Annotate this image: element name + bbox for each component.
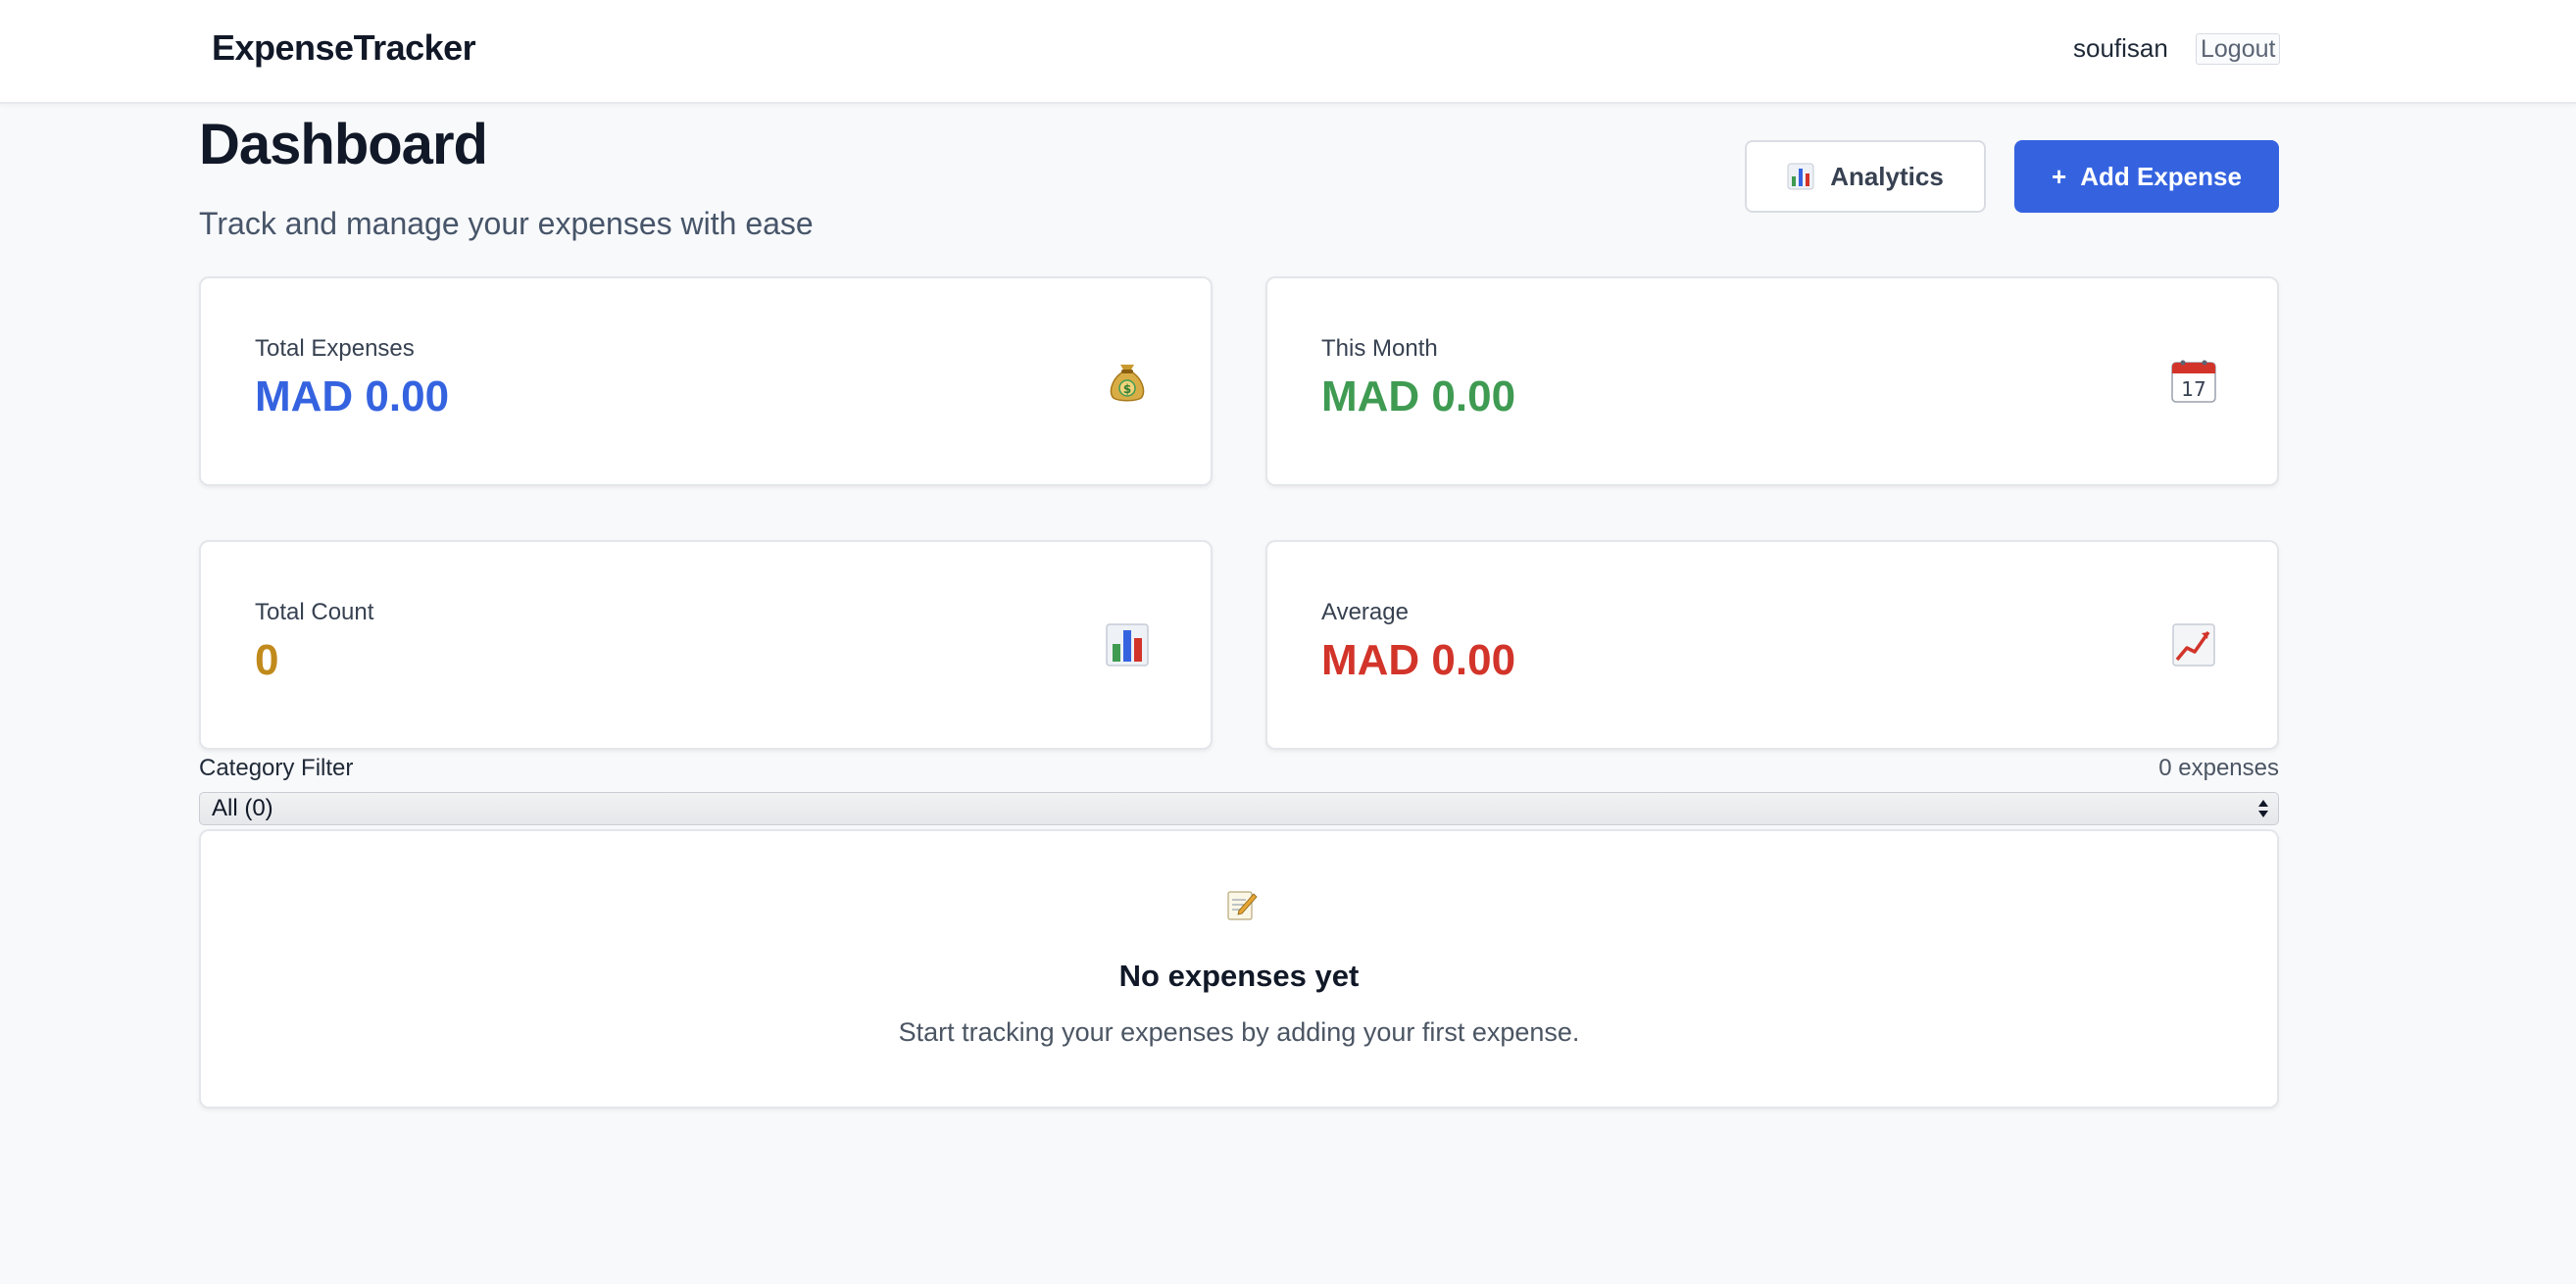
analytics-button[interactable]: Analytics	[1745, 140, 1986, 213]
stat-value: 0	[255, 636, 279, 684]
brand-logo[interactable]: ExpenseTracker	[212, 27, 476, 69]
stat-card-average: Average MAD 0.00	[1265, 540, 2279, 750]
stat-label: Average	[1321, 599, 1409, 625]
stat-value: MAD 0.00	[255, 372, 450, 420]
memo-icon	[1227, 891, 1258, 920]
category-filter-label: Category Filter	[199, 755, 354, 781]
stat-label: Total Count	[255, 599, 374, 625]
plus-icon: +	[2052, 161, 2067, 191]
category-filter-select[interactable]: All (0)	[199, 792, 2279, 825]
stat-card-total-expenses: Total Expenses MAD 0.00 $	[199, 276, 1213, 486]
empty-state-title: No expenses yet	[1118, 959, 1360, 993]
username-label: soufisan	[2073, 33, 2168, 63]
calendar-icon: 17	[2171, 360, 2216, 403]
page-subtitle: Track and manage your expenses with ease	[199, 206, 814, 241]
category-filter-value: All (0)	[212, 795, 273, 821]
add-expense-button[interactable]: + Add Expense	[2014, 140, 2279, 213]
stat-value: MAD 0.00	[1321, 636, 1516, 684]
empty-state-text: Start tracking your expenses by adding y…	[898, 1017, 1580, 1047]
stat-value: MAD 0.00	[1321, 372, 1516, 420]
calendar-day-text: 17	[2181, 377, 2205, 401]
top-navbar: ExpenseTracker soufisan Logout	[0, 0, 2576, 104]
analytics-button-label: Analytics	[1830, 161, 1944, 191]
stat-card-this-month: This Month MAD 0.00 17	[1265, 276, 2279, 486]
svg-text:$: $	[1123, 382, 1131, 396]
page-title: Dashboard	[199, 113, 488, 176]
stat-label: This Month	[1321, 335, 1438, 362]
trend-up-icon	[2172, 623, 2215, 667]
money-bag-icon: $	[1110, 365, 1145, 402]
stat-card-total-count: Total Count 0	[199, 540, 1213, 750]
expenses-empty-state: No expenses yet Start tracking your expe…	[199, 829, 2279, 1109]
select-arrows-icon	[2258, 800, 2268, 817]
bar-chart-icon	[1106, 623, 1149, 667]
expense-count: 0 expenses	[2158, 755, 2279, 781]
bar-chart-icon	[1787, 163, 1814, 190]
logout-button[interactable]: Logout	[2196, 33, 2281, 65]
stat-label: Total Expenses	[255, 335, 415, 362]
add-expense-button-label: Add Expense	[2080, 161, 2242, 191]
